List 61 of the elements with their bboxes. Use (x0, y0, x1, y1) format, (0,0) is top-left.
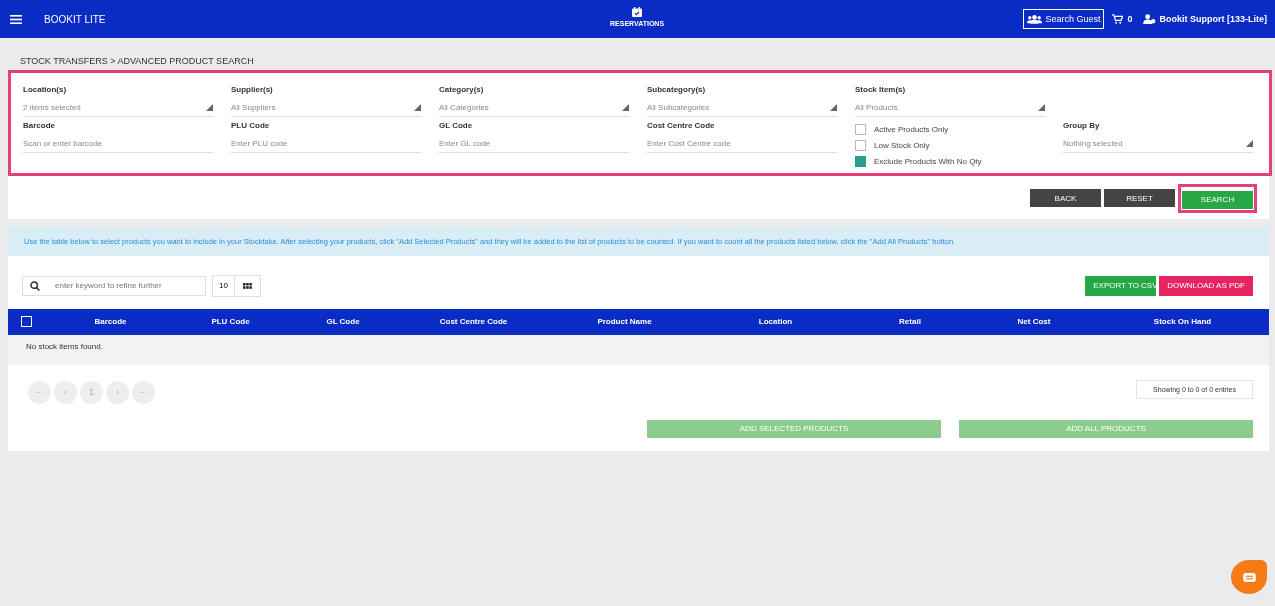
dropdown-field[interactable]: All Subcategories (647, 103, 837, 117)
dropdown-field[interactable]: All Suppliers (231, 103, 421, 117)
dropdown-corner-icon (1246, 140, 1253, 147)
user-menu-link[interactable]: Bookit Support [133-Lite] (1159, 14, 1267, 24)
field-label: Category(s) (439, 85, 485, 94)
dropdown-field[interactable]: 2 items selected (23, 103, 213, 117)
checkbox[interactable] (855, 124, 866, 135)
checkbox-label: Exclude Products With No Qty (874, 157, 982, 166)
column-header[interactable]: PLU Code (211, 317, 250, 326)
checkbox-label: Active Products Only (874, 125, 949, 134)
field-label: Group By (1063, 121, 1101, 130)
empty-message: No stock items found. (26, 341, 103, 351)
action-button[interactable]: RESET (1104, 189, 1175, 208)
export-button[interactable]: DOWNLOAD AS PDF (1159, 275, 1253, 296)
menu-icon[interactable] (10, 14, 22, 24)
input-field[interactable]: Enter Cost Centre code (647, 139, 837, 153)
cart-icon[interactable] (1112, 14, 1124, 24)
search-guest-button[interactable]: Search Guest (1023, 9, 1105, 29)
calendar-icon[interactable] (632, 7, 643, 17)
column-header[interactable]: Cost Centre Code (439, 317, 508, 326)
input-field[interactable]: Enter GL code (439, 139, 629, 153)
column-header[interactable]: GL Code (326, 317, 360, 326)
field-label: Subcategory(s) (647, 85, 707, 94)
search-icon (30, 280, 40, 291)
dropdown-corner-icon (622, 104, 629, 111)
field-label: PLU Code (231, 121, 271, 130)
column-header[interactable]: Location (758, 317, 793, 326)
dropdown-field[interactable]: All Products (855, 103, 1045, 117)
dropdown-corner-icon (206, 104, 213, 111)
field-label: Barcode (23, 121, 56, 130)
field-label: Supplier(s) (231, 85, 274, 94)
dropdown-field[interactable]: Nothing selected (1063, 139, 1253, 153)
column-header[interactable]: Retail (899, 317, 921, 326)
app-title: BOOKIT LITE (44, 13, 106, 25)
input-field[interactable]: Enter PLU code (231, 139, 421, 153)
search-field[interactable]: enter keyword to refine further (22, 275, 206, 296)
column-header[interactable]: Product Name (597, 317, 652, 326)
dropdown-corner-icon (830, 104, 837, 111)
dropdown-field[interactable]: All Categories (439, 103, 629, 117)
checkbox[interactable] (855, 156, 866, 167)
checkbox[interactable] (855, 140, 866, 151)
search-button[interactable]: SEARCH (1182, 190, 1253, 209)
input-field[interactable]: Scan or enter barcode (23, 139, 213, 153)
chat-button[interactable] (1231, 560, 1267, 594)
select-all-checkbox[interactable] (21, 316, 32, 327)
cart-count: 0 (1127, 14, 1133, 24)
dropdown-corner-icon (1038, 104, 1045, 111)
action-button[interactable]: BACK (1030, 189, 1101, 208)
chat-icon (1242, 572, 1256, 582)
column-header[interactable]: Barcode (94, 317, 127, 326)
dropdown-corner-icon (414, 104, 421, 111)
field-label: Cost Centre Code (647, 121, 716, 130)
field-label: Stock Item(s) (855, 85, 907, 94)
user-icon[interactable] (1142, 14, 1156, 24)
field-label: Location(s) (23, 85, 68, 94)
column-header[interactable]: Net Cost (1017, 317, 1051, 326)
breadcrumb: STOCK TRANSFERS > ADVANCED PRODUCT SEARCH (19, 55, 255, 68)
column-header[interactable]: Stock On Hand (1153, 317, 1212, 326)
checkbox-label: Low Stock Only (874, 141, 930, 150)
field-label: GL Code (439, 121, 474, 130)
users-icon (1027, 14, 1043, 24)
